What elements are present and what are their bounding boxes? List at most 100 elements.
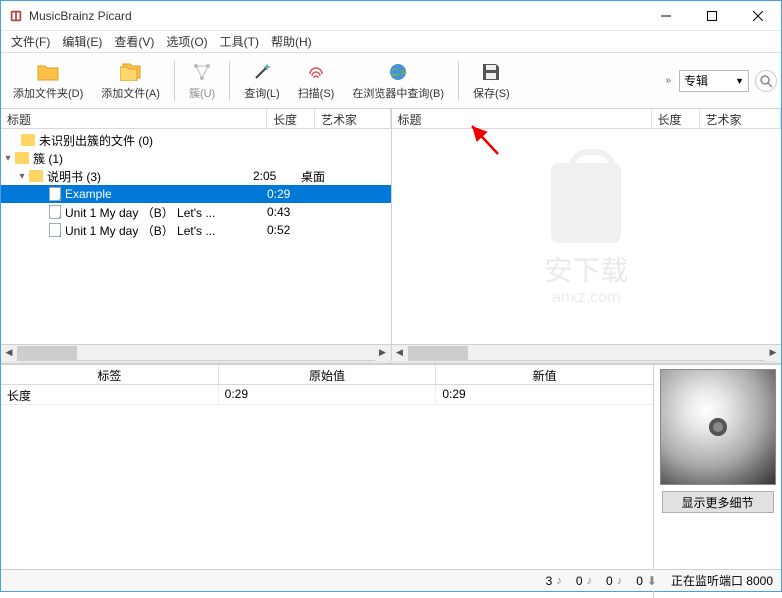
track-title: Unit 1 My day （B） Let's ... [65, 222, 215, 239]
h-scrollbar[interactable]: ◀ ▶ [1, 344, 391, 360]
menu-options[interactable]: 选项(O) [160, 31, 213, 52]
toolbar-separator [229, 61, 230, 101]
scroll-right-icon[interactable]: ▶ [765, 345, 781, 361]
chevron-down-icon[interactable]: ▾ [15, 171, 29, 182]
scan-button[interactable]: 扫描(S) [290, 56, 343, 106]
add-folder-label: 添加文件夹(D) [13, 85, 83, 101]
save-label: 保存(S) [473, 85, 510, 101]
scroll-right-icon[interactable]: ▶ [375, 345, 391, 361]
chevron-down-icon[interactable]: ▾ [1, 153, 15, 164]
globe-icon [387, 61, 409, 83]
col-title[interactable]: 标题 [392, 109, 652, 128]
prop-new: 0:29 [436, 385, 653, 404]
minimize-button[interactable] [643, 1, 689, 31]
status-listening: 正在监听端口 8000 [671, 572, 773, 589]
scroll-left-icon[interactable]: ◀ [392, 345, 408, 361]
track-row[interactable]: Unit 1 My day （B） Let's ... 0:43 [1, 203, 391, 221]
track-row[interactable]: Example 0:29 [1, 185, 391, 203]
track-length: 0:43 [267, 205, 315, 219]
scroll-thumb[interactable] [408, 346, 468, 360]
chevron-down-icon: ▼ [735, 76, 744, 86]
maximize-button[interactable] [689, 1, 735, 31]
show-details-button[interactable]: 显示更多细节 [662, 491, 774, 513]
add-folder-button[interactable]: 添加文件夹(D) [5, 56, 91, 106]
menu-bar: 文件(F) 编辑(E) 查看(V) 选项(O) 工具(T) 帮助(H) [1, 31, 781, 53]
prop-col-tag[interactable]: 标签 [1, 365, 219, 384]
note-icon: ♪ [556, 575, 562, 587]
status-count-1: 3♪ [546, 574, 562, 588]
menu-help[interactable]: 帮助(H) [265, 31, 318, 52]
col-length[interactable]: 长度 [652, 109, 700, 128]
save-button[interactable]: 保存(S) [465, 56, 518, 106]
search-button[interactable] [755, 70, 777, 92]
save-icon [480, 61, 502, 83]
cluster-length: 2:05 [253, 169, 301, 183]
menu-file[interactable]: 文件(F) [5, 31, 56, 52]
note-icon: ♪ [587, 575, 593, 587]
tree-unclustered[interactable]: 未识别出簇的文件 (0) [1, 131, 391, 149]
folder-open-icon [29, 170, 43, 182]
cover-art[interactable] [660, 369, 776, 485]
toolbar: 添加文件夹(D) 添加文件(A) 簇(U) 查询(L) 扫描(S) 在浏览器中查… [1, 53, 781, 109]
download-icon: ⬇ [647, 574, 657, 588]
prop-tag: 长度 [1, 385, 219, 404]
track-length: 0:52 [267, 223, 315, 237]
title-bar: MusicBrainz Picard [1, 1, 781, 31]
cluster-album: 桌面 [301, 168, 325, 185]
status-count-4: 0⬇ [636, 574, 657, 588]
watermark: 安下载 anxz.com [544, 163, 628, 307]
scroll-thumb[interactable] [17, 346, 77, 360]
tree-clusters[interactable]: ▾ 簇 (1) [1, 149, 391, 167]
cluster-icon [191, 61, 213, 83]
audio-file-icon [49, 223, 61, 237]
menu-edit[interactable]: 编辑(E) [56, 31, 108, 52]
add-files-button[interactable]: 添加文件(A) [93, 56, 168, 106]
prop-col-orig[interactable]: 原始值 [219, 365, 437, 384]
col-length[interactable]: 长度 [267, 109, 315, 128]
app-icon [9, 9, 23, 23]
add-files-label: 添加文件(A) [101, 85, 160, 101]
right-pane: 标题 长度 艺术家 安下载 anxz.com ◀ ▶ [392, 109, 782, 360]
h-scrollbar[interactable]: ◀ ▶ [392, 344, 782, 360]
right-tree[interactable]: 安下载 anxz.com [392, 129, 782, 344]
cluster-label: 簇(U) [189, 85, 215, 101]
left-pane: 标题 长度 艺术家 未识别出簇的文件 (0) ▾ 簇 (1) ▾ 说明书 (3)… [1, 109, 392, 360]
cover-panel: 显示更多细节 [653, 365, 781, 598]
toolbar-separator [174, 61, 175, 101]
track-title: Example [65, 187, 112, 201]
prop-orig: 0:29 [219, 385, 437, 404]
browser-lookup-button[interactable]: 在浏览器中查询(B) [344, 56, 452, 106]
lookup-label: 查询(L) [244, 85, 279, 101]
cluster-button[interactable]: 簇(U) [181, 56, 223, 106]
fingerprint-icon [305, 61, 327, 83]
property-panel: 标签 原始值 新值 长度 0:29 0:29 显示更多细节 [1, 364, 781, 598]
folder-icon [37, 61, 59, 83]
scroll-left-icon[interactable]: ◀ [1, 345, 17, 361]
prop-col-new[interactable]: 新值 [436, 365, 653, 384]
lookup-button[interactable]: 查询(L) [236, 56, 287, 106]
folder-closed-icon [21, 134, 35, 146]
col-artist[interactable]: 艺术家 [315, 109, 391, 128]
left-tree[interactable]: 未识别出簇的文件 (0) ▾ 簇 (1) ▾ 说明书 (3) 2:05 桌面 E… [1, 129, 391, 344]
track-row[interactable]: Unit 1 My day （B） Let's ... 0:52 [1, 221, 391, 239]
search-icon [759, 74, 773, 88]
search-type-select[interactable]: 专辑 ▼ [679, 70, 749, 92]
search-type-value: 专辑 [684, 72, 708, 89]
audio-file-icon [49, 205, 61, 219]
property-row[interactable]: 长度 0:29 0:29 [1, 385, 653, 405]
tree-cluster-item[interactable]: ▾ 说明书 (3) 2:05 桌面 [1, 167, 391, 185]
col-artist[interactable]: 艺术家 [700, 109, 782, 128]
right-columns: 标题 长度 艺术家 [392, 109, 782, 129]
left-columns: 标题 长度 艺术家 [1, 109, 391, 129]
track-title: Unit 1 My day （B） Let's ... [65, 204, 215, 221]
close-button[interactable] [735, 1, 781, 31]
menu-view[interactable]: 查看(V) [108, 31, 160, 52]
track-length: 0:29 [267, 187, 315, 201]
note-icon: ♪ [617, 575, 623, 587]
col-title[interactable]: 标题 [1, 109, 267, 128]
clusters-label: 簇 (1) [33, 150, 63, 167]
scan-label: 扫描(S) [298, 85, 335, 101]
menu-tools[interactable]: 工具(T) [214, 31, 265, 52]
toolbar-overflow[interactable]: » [659, 75, 677, 86]
property-table: 标签 原始值 新值 长度 0:29 0:29 [1, 365, 653, 598]
